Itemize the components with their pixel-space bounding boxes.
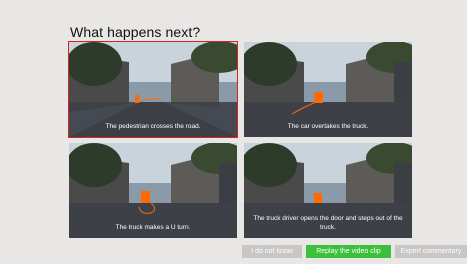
question-title: What happens next? — [70, 24, 201, 40]
answer-option-caption: The truck makes a U turn. — [115, 224, 191, 231]
quiz-window: What happens next? The pedestrian crosse… — [2, 2, 467, 262]
answer-option-driver-steps-out[interactable]: The truck driver opens the door and step… — [244, 143, 412, 238]
answer-option-caption: The pedestrian crosses the road. — [105, 123, 201, 130]
replay-video-button[interactable]: Replay the video clip — [306, 245, 391, 258]
answer-option-truck-u-turn[interactable]: The truck makes a U turn. — [69, 143, 237, 238]
answer-option-caption: The truck driver opens the door and step… — [253, 215, 403, 231]
i-do-not-know-button[interactable]: I do not know — [242, 245, 302, 258]
answer-option-caption: The car overtakes the truck. — [287, 123, 369, 130]
answer-option-pedestrian-crosses[interactable]: The pedestrian crosses the road. — [68, 41, 238, 138]
expert-commentary-button[interactable]: Expert commentary — [395, 245, 467, 258]
answer-option-car-overtakes[interactable]: The car overtakes the truck. — [244, 42, 412, 137]
